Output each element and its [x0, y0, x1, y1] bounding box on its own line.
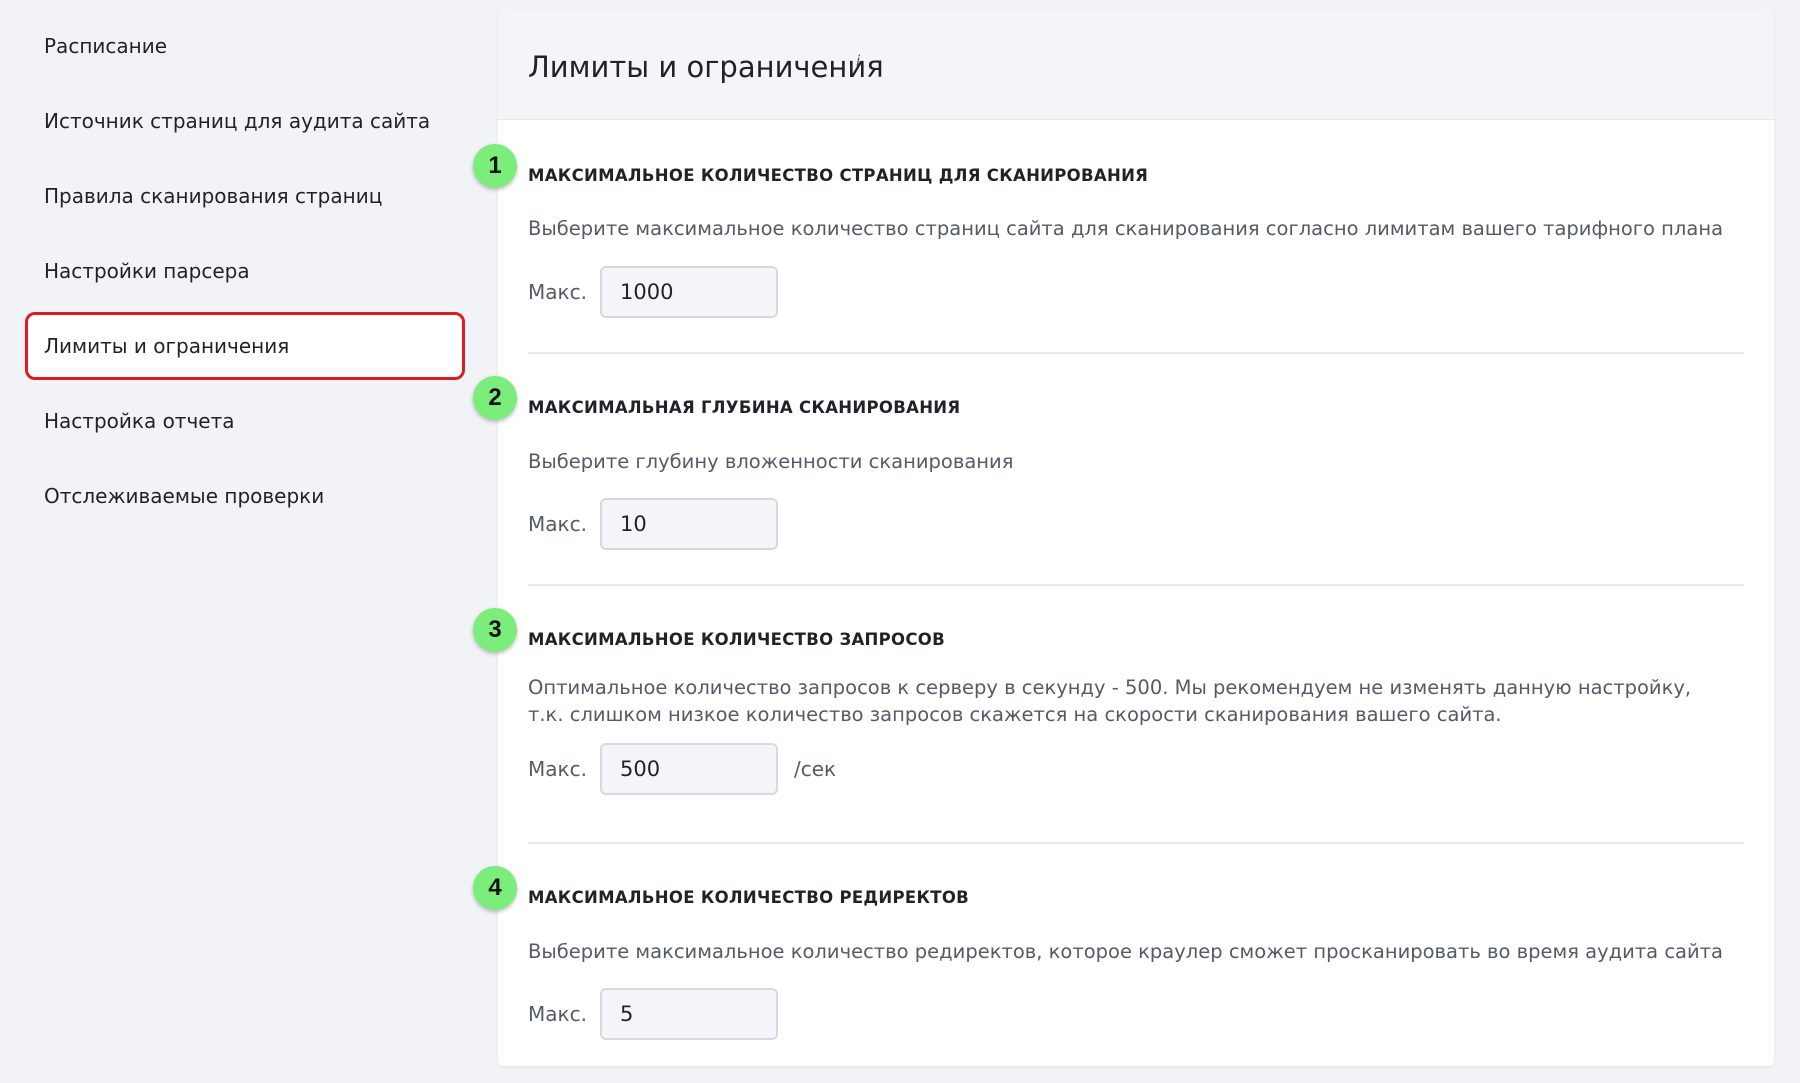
sidebar-item-limits[interactable]: Лимиты и ограничения	[25, 312, 465, 380]
max-label: Макс.	[528, 1002, 587, 1026]
info-icon[interactable]: i	[856, 52, 860, 70]
divider	[528, 842, 1744, 844]
section-title: МАКСИМАЛЬНОЕ КОЛИЧЕСТВО РЕДИРЕКТОВ	[528, 888, 970, 907]
page-title: Лимиты и ограничения	[528, 50, 884, 84]
limits-panel: Лимиты и ограничения i 1 МАКСИМАЛЬНОЕ КО…	[473, 10, 1774, 1066]
section-description: Выберите максимальное количество страниц…	[528, 217, 1724, 240]
settings-sidebar: Расписание Источник страниц для аудита с…	[0, 0, 480, 1083]
sidebar-item-tracked-checks[interactable]: Отслеживаемые проверки	[25, 462, 465, 530]
section-title: МАКСИМАЛЬНОЕ КОЛИЧЕСТВО СТРАНИЦ ДЛЯ СКАН…	[528, 166, 1149, 185]
max-label: Макс.	[528, 512, 587, 536]
max-requests-input[interactable]	[600, 743, 778, 795]
max-depth-input[interactable]	[600, 498, 778, 550]
section-description: Оптимальное количество запросов к сервер…	[528, 676, 1692, 726]
sidebar-item-report-settings[interactable]: Настройка отчета	[25, 387, 465, 455]
section-description: Выберите максимальное количество редирек…	[528, 940, 1723, 963]
divider	[528, 584, 1744, 586]
max-label: Макс.	[528, 757, 587, 781]
max-pages-input[interactable]	[600, 266, 778, 318]
step-badge: 2	[473, 376, 517, 420]
sidebar-item-parser-settings[interactable]: Настройки парсера	[25, 237, 465, 305]
sidebar-item-schedule[interactable]: Расписание	[25, 12, 465, 80]
section-title: МАКСИМАЛЬНАЯ ГЛУБИНА СКАНИРОВАНИЯ	[528, 398, 961, 417]
step-badge: 1	[473, 144, 517, 188]
section-title: МАКСИМАЛЬНОЕ КОЛИЧЕСТВО ЗАПРОСОВ	[528, 630, 945, 649]
step-badge: 4	[473, 866, 517, 910]
step-badge: 3	[473, 608, 517, 652]
max-redirects-input[interactable]	[600, 988, 778, 1040]
unit-label: /сек	[794, 757, 837, 781]
max-label: Макс.	[528, 280, 587, 304]
divider	[528, 352, 1744, 354]
section-description: Выберите глубину вложенности сканировани…	[528, 450, 1014, 473]
sidebar-item-page-source[interactable]: Источник страниц для аудита сайта	[25, 87, 465, 155]
panel-header: Лимиты и ограничения i	[498, 10, 1774, 120]
sidebar-item-crawl-rules[interactable]: Правила сканирования страниц	[25, 162, 465, 230]
